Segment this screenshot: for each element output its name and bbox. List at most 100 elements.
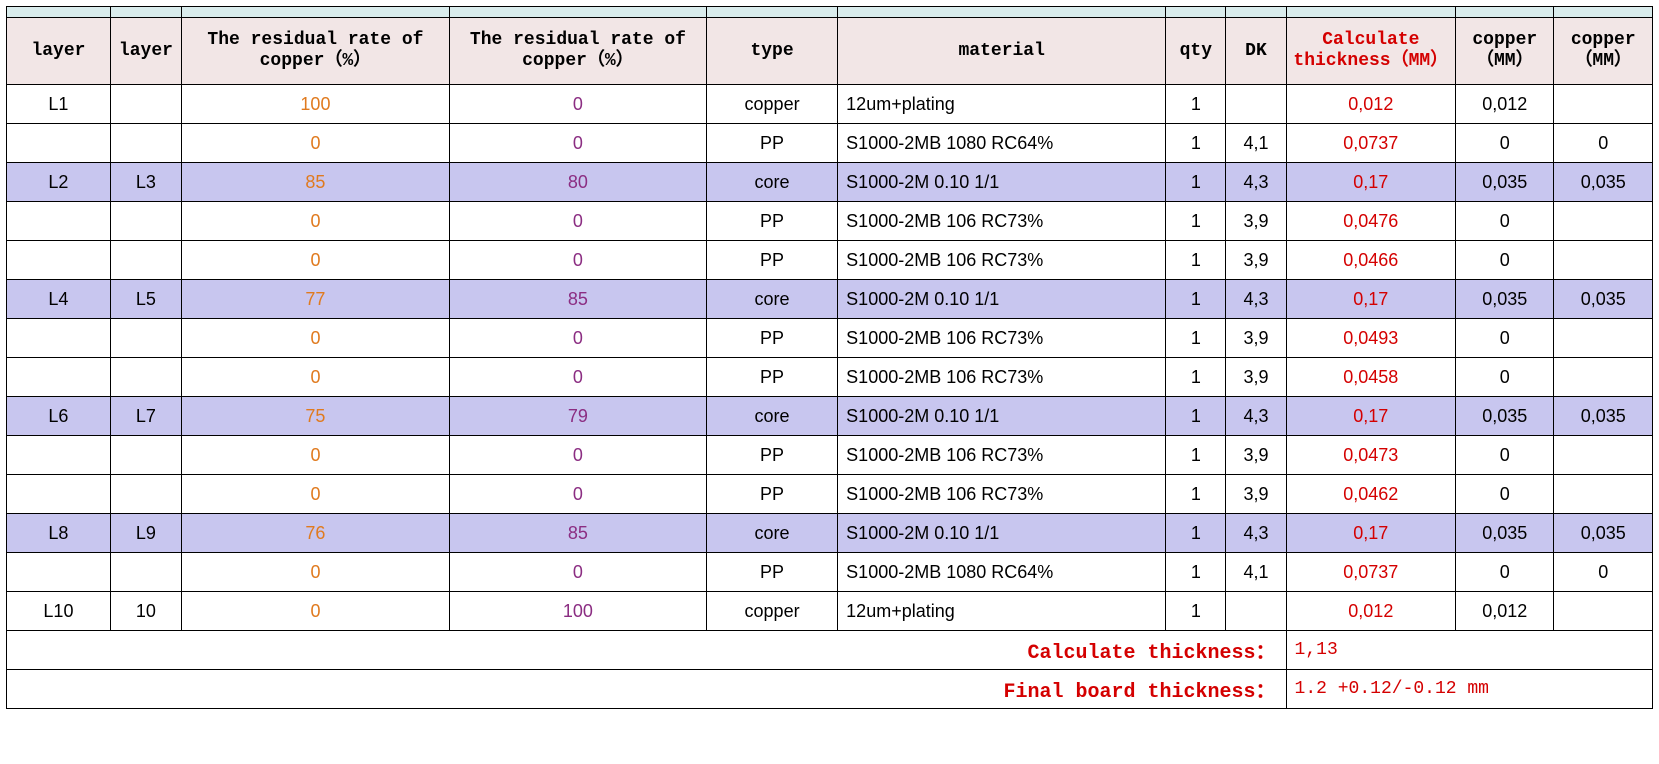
cell-cu1: 0 — [1456, 319, 1554, 358]
cell-material: S1000-2M 0.10 1/1 — [838, 514, 1166, 553]
cell-qty: 1 — [1166, 85, 1226, 124]
cell-layer1 — [7, 124, 111, 163]
cell-res2: 80 — [449, 163, 706, 202]
cell-layer1: L4 — [7, 280, 111, 319]
cell-cu2 — [1554, 475, 1653, 514]
cell-type: copper — [706, 592, 837, 631]
summary-label-final: Final board thickness： — [7, 670, 1287, 709]
cell-cu1: 0,012 — [1456, 592, 1554, 631]
table-row: 00PPS1000-2MB 1080 RC64%14,10,073700 — [7, 553, 1653, 592]
cell-layer1: L6 — [7, 397, 111, 436]
cell-qty: 1 — [1166, 358, 1226, 397]
cell-layer1: L1 — [7, 85, 111, 124]
cell-res1: 100 — [181, 85, 449, 124]
cell-cu2 — [1554, 241, 1653, 280]
col-cu2: copper（MM） — [1554, 18, 1653, 85]
cell-dk: 4,3 — [1226, 514, 1286, 553]
cell-cu2 — [1554, 358, 1653, 397]
cell-qty: 1 — [1166, 280, 1226, 319]
col-material: material — [838, 18, 1166, 85]
cell-layer2: L3 — [110, 163, 181, 202]
cell-res2: 100 — [449, 592, 706, 631]
cell-layer1 — [7, 202, 111, 241]
cell-layer2 — [110, 85, 181, 124]
cell-cu1: 0,035 — [1456, 397, 1554, 436]
cell-qty: 1 — [1166, 514, 1226, 553]
cell-type: PP — [706, 319, 837, 358]
cell-calc: 0,17 — [1286, 514, 1456, 553]
cell-layer2: L5 — [110, 280, 181, 319]
cell-res1: 85 — [181, 163, 449, 202]
cell-res2: 0 — [449, 241, 706, 280]
cell-cu1: 0,035 — [1456, 163, 1554, 202]
cell-material: S1000-2M 0.10 1/1 — [838, 163, 1166, 202]
cell-layer1 — [7, 436, 111, 475]
cell-dk — [1226, 592, 1286, 631]
cell-qty: 1 — [1166, 124, 1226, 163]
cell-cu1: 0 — [1456, 475, 1554, 514]
cell-material: S1000-2MB 106 RC73% — [838, 436, 1166, 475]
cell-layer2: 10 — [110, 592, 181, 631]
cell-calc: 0,0476 — [1286, 202, 1456, 241]
cell-layer2 — [110, 124, 181, 163]
cell-cu1: 0 — [1456, 202, 1554, 241]
cell-type: PP — [706, 124, 837, 163]
cell-res1: 0 — [181, 319, 449, 358]
cell-type: PP — [706, 436, 837, 475]
cell-layer2 — [110, 475, 181, 514]
summary-label-calc: Calculate thickness： — [7, 631, 1287, 670]
cell-cu1: 0,012 — [1456, 85, 1554, 124]
cell-type: PP — [706, 241, 837, 280]
cell-material: S1000-2MB 106 RC73% — [838, 241, 1166, 280]
cell-dk: 3,9 — [1226, 358, 1286, 397]
cell-calc: 0,17 — [1286, 397, 1456, 436]
cell-calc: 0,0462 — [1286, 475, 1456, 514]
cell-layer2 — [110, 319, 181, 358]
cell-cu1: 0 — [1456, 124, 1554, 163]
cell-cu1: 0 — [1456, 358, 1554, 397]
cell-type: core — [706, 280, 837, 319]
cell-dk — [1226, 85, 1286, 124]
cell-material: S1000-2MB 1080 RC64% — [838, 124, 1166, 163]
cell-layer1: L10 — [7, 592, 111, 631]
cell-qty: 1 — [1166, 592, 1226, 631]
cell-dk: 3,9 — [1226, 202, 1286, 241]
col-calc: Calculate thickness（MM） — [1286, 18, 1456, 85]
table-row: 00PPS1000-2MB 106 RC73%13,90,04620 — [7, 475, 1653, 514]
cell-cu2 — [1554, 436, 1653, 475]
cell-layer2 — [110, 241, 181, 280]
table-row: 00PPS1000-2MB 106 RC73%13,90,04580 — [7, 358, 1653, 397]
cell-type: PP — [706, 553, 837, 592]
cell-qty: 1 — [1166, 397, 1226, 436]
cell-dk: 4,1 — [1226, 124, 1286, 163]
cell-dk: 4,3 — [1226, 163, 1286, 202]
table-row: 00PPS1000-2MB 106 RC73%13,90,04760 — [7, 202, 1653, 241]
cell-layer2 — [110, 436, 181, 475]
cell-layer2 — [110, 358, 181, 397]
cell-dk: 3,9 — [1226, 436, 1286, 475]
col-qty: qty — [1166, 18, 1226, 85]
cell-res1: 0 — [181, 475, 449, 514]
top-spacer-row — [7, 7, 1653, 18]
cell-cu2: 0,035 — [1554, 514, 1653, 553]
col-type: type — [706, 18, 837, 85]
cell-calc: 0,012 — [1286, 592, 1456, 631]
cell-material: S1000-2MB 106 RC73% — [838, 475, 1166, 514]
cell-res1: 0 — [181, 592, 449, 631]
cell-dk: 4,3 — [1226, 280, 1286, 319]
cell-dk: 3,9 — [1226, 241, 1286, 280]
cell-cu2 — [1554, 319, 1653, 358]
cell-material: S1000-2MB 1080 RC64% — [838, 553, 1166, 592]
cell-dk: 3,9 — [1226, 319, 1286, 358]
cell-calc: 0,0737 — [1286, 124, 1456, 163]
col-res1: The residual rate of copper（%） — [181, 18, 449, 85]
cell-cu2 — [1554, 592, 1653, 631]
cell-cu2: 0 — [1554, 124, 1653, 163]
cell-res1: 76 — [181, 514, 449, 553]
cell-res2: 0 — [449, 319, 706, 358]
cell-qty: 1 — [1166, 241, 1226, 280]
cell-layer1: L2 — [7, 163, 111, 202]
col-cu1: copper（MM） — [1456, 18, 1554, 85]
col-layer2: layer — [110, 18, 181, 85]
cell-res2: 0 — [449, 85, 706, 124]
